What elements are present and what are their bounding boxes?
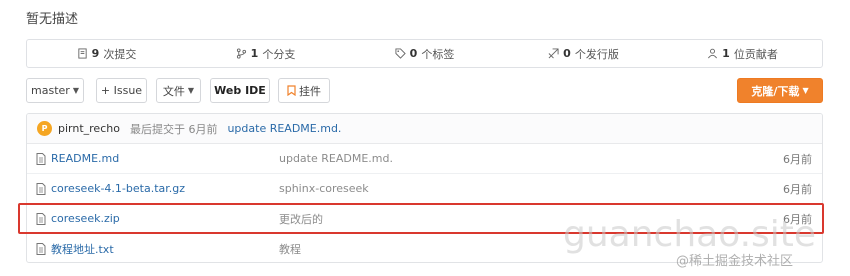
stat-tags-count: 0 xyxy=(409,47,418,60)
branch-select-label: master xyxy=(31,84,70,97)
repo-description: 暂无描述 xyxy=(26,12,79,27)
file-icon xyxy=(36,183,46,195)
stat-tags-label: 个标签 xyxy=(421,47,455,61)
commit-author[interactable]: pirnt_recho xyxy=(58,122,120,135)
file-icon xyxy=(36,213,46,225)
stat-contributors[interactable]: 1 位贡献者 xyxy=(663,40,822,67)
files-menu-label: 文件 xyxy=(162,84,185,98)
stat-commits-count: 9 xyxy=(91,47,100,60)
new-issue-label: + Issue xyxy=(100,84,143,97)
file-name[interactable]: coreseek-4.1-beta.tar.gz xyxy=(51,182,185,195)
file-row[interactable]: coreseek-4.1-beta.tar.gz sphinx-coreseek… xyxy=(27,174,822,204)
new-issue-button[interactable]: + Issue xyxy=(96,78,147,103)
file-row[interactable]: coreseek.zip 更改后的 6月前 xyxy=(27,204,822,234)
last-commit-bar: P pirnt_recho 最后提交于 6月前 update README.md… xyxy=(27,114,822,144)
branch-select[interactable]: master ▼ xyxy=(26,78,84,103)
file-name[interactable]: coreseek.zip xyxy=(51,212,120,225)
file-commit-message[interactable]: 教程 xyxy=(279,241,301,257)
avatar[interactable]: P xyxy=(37,121,52,136)
file-list: P pirnt_recho 最后提交于 6月前 update README.md… xyxy=(26,113,823,263)
release-icon xyxy=(548,48,559,59)
repo-toolbar: master ▼ + Issue 文件 ▼ Web IDE 挂件 克隆/下载 ▼ xyxy=(26,78,823,103)
bookmark-icon xyxy=(287,85,296,96)
contributor-icon xyxy=(708,48,718,59)
file-commit-message[interactable]: sphinx-coreseek xyxy=(279,182,369,195)
caret-down-icon: ▼ xyxy=(802,86,809,95)
stat-releases[interactable]: 0 个发行版 xyxy=(504,40,663,67)
stat-tags[interactable]: 0 个标签 xyxy=(345,40,504,67)
pin-widget-button[interactable]: 挂件 xyxy=(278,78,330,103)
file-icon xyxy=(36,153,46,165)
clone-download-button[interactable]: 克隆/下载 ▼ xyxy=(737,78,823,103)
repo-stats-bar: 9 次提交 1 个分支 0 个标签 0 个发行版 1 位贡献者 xyxy=(26,39,823,68)
tag-icon xyxy=(395,48,406,59)
file-row[interactable]: README.md update README.md. 6月前 xyxy=(27,144,822,174)
stat-branches-count: 1 xyxy=(250,47,259,60)
stat-contributors-count: 1 xyxy=(722,47,730,60)
file-commit-message[interactable]: update README.md. xyxy=(279,152,393,165)
file-date: 6月前 xyxy=(783,152,812,166)
stat-branches-label: 个分支 xyxy=(262,47,296,61)
file-commit-message[interactable]: 更改后的 xyxy=(279,211,323,227)
clone-download-label: 克隆/下载 xyxy=(751,84,800,98)
stat-commits[interactable]: 9 次提交 xyxy=(27,40,186,67)
pin-widget-label: 挂件 xyxy=(299,84,321,98)
branch-icon xyxy=(236,48,246,59)
file-name[interactable]: README.md xyxy=(51,152,119,165)
files-menu-button[interactable]: 文件 ▼ xyxy=(156,78,201,103)
commit-icon xyxy=(78,48,87,59)
file-date: 6月前 xyxy=(783,182,812,196)
web-ide-label: Web IDE xyxy=(214,84,266,97)
file-name[interactable]: 教程地址.txt xyxy=(51,241,114,257)
commit-time: 最后提交于 6月前 xyxy=(129,122,218,136)
file-date: 6月前 xyxy=(783,212,812,226)
file-icon xyxy=(36,243,46,255)
web-ide-button[interactable]: Web IDE xyxy=(210,78,270,103)
stat-commits-label: 次提交 xyxy=(103,47,137,61)
caret-down-icon: ▼ xyxy=(187,86,195,95)
commit-message[interactable]: update README.md. xyxy=(227,122,341,135)
stat-contributors-label: 位贡献者 xyxy=(733,47,778,61)
stat-branches[interactable]: 1 个分支 xyxy=(186,40,345,67)
caret-down-icon: ▼ xyxy=(72,86,79,95)
file-row[interactable]: 教程地址.txt 教程 xyxy=(27,234,822,262)
stat-releases-count: 0 xyxy=(563,47,571,60)
stat-releases-label: 个发行版 xyxy=(574,47,619,61)
